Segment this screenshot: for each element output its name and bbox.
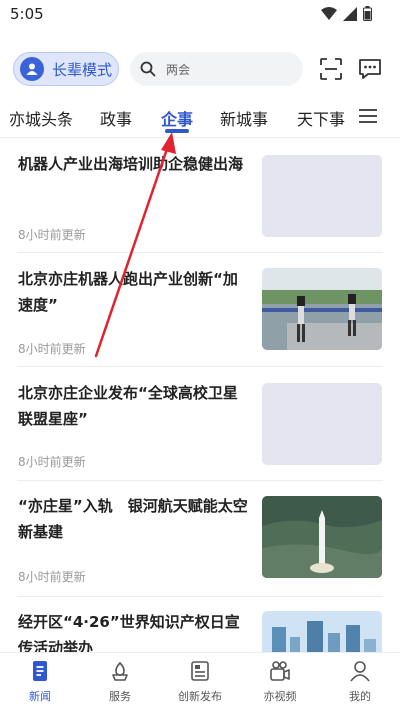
news-icon [33,661,47,681]
news-title: 北京亦庄企业发布“全球高校卫星联盟星座” [18,384,238,428]
nav-news[interactable]: 新闻 [5,659,75,704]
news-thumbnail-robots [262,268,382,350]
menu-icon[interactable] [357,107,379,125]
status-time: 5:05 [10,5,44,23]
news-feed: 机器人产业出海培训助企稳健出海 8小时前更新 北京亦庄机器人跑出产业创新“加速度… [0,140,400,652]
news-time: 8小时前更新 [18,570,86,584]
nav-profile[interactable]: 我的 [325,659,395,704]
category-tabs: 亦城头条 政事 企事 新城事 天下事 [0,98,400,138]
active-tab-indicator [165,129,189,133]
nav-profile-label: 我的 [349,690,371,703]
signal-icon [343,6,357,21]
message-icon[interactable] [357,56,383,82]
search-input[interactable]: 两会 [130,52,303,86]
news-item[interactable]: 经开区“4·26”世界知识产权日宣传活动举办 [0,597,400,652]
news-item[interactable]: 北京亦庄机器人跑出产业创新“加速度” 8小时前更新 [0,253,400,366]
status-icons [321,6,372,21]
tab-headlines[interactable]: 亦城头条 [9,106,73,130]
elder-mode-icon [20,57,44,81]
header: 长辈模式 两会 [0,48,400,90]
elder-mode-label: 长辈模式 [52,60,113,79]
search-placeholder: 两会 [166,62,191,77]
tab-new-city[interactable]: 新城事 [220,106,268,130]
battery-icon [363,6,372,21]
news-thumbnail-city [262,611,382,652]
bottom-nav: 新闻 服务 创新发布 亦视频 我的 [0,652,400,711]
publish-icon [191,661,209,681]
elder-mode-button[interactable]: 长辈模式 [13,52,119,86]
news-time: 8小时前更新 [18,455,86,469]
nav-service[interactable]: 服务 [85,659,155,704]
news-time: 8小时前更新 [18,342,86,356]
news-title: 经开区“4·26”世界知识产权日宣传活动举办 [18,613,240,652]
news-title: 北京亦庄机器人跑出产业创新“加速度” [18,270,238,314]
scan-icon[interactable] [318,56,344,82]
news-thumbnail-placeholder [262,155,382,237]
wifi-icon [321,6,337,20]
tab-politics[interactable]: 政事 [100,106,132,130]
nav-video[interactable]: 亦视频 [245,659,315,704]
news-thumbnail-rocket [262,496,382,578]
nav-service-label: 服务 [109,690,131,703]
tab-world[interactable]: 天下事 [297,106,345,130]
news-title: “亦庄星”入轨 银河航天赋能太空新基建 [18,497,248,541]
news-title: 机器人产业出海培训助企稳健出海 [18,155,244,173]
news-item[interactable]: 机器人产业出海培训助企稳健出海 8小时前更新 [0,140,400,252]
news-thumbnail-placeholder [262,383,382,465]
nav-publish[interactable]: 创新发布 [165,659,235,704]
nav-video-label: 亦视频 [263,690,297,703]
service-icon [112,661,128,681]
news-item[interactable]: “亦庄星”入轨 银河航天赋能太空新基建 8小时前更新 [0,481,400,596]
tab-enterprise[interactable]: 企事 [161,106,193,130]
nav-news-label: 新闻 [29,690,51,703]
video-icon [270,661,290,681]
nav-publish-label: 创新发布 [178,690,222,703]
news-time: 8小时前更新 [18,228,86,242]
news-item[interactable]: 北京亦庄企业发布“全球高校卫星联盟星座” 8小时前更新 [0,367,400,480]
search-icon [140,61,156,77]
status-bar: 5:05 [0,0,400,28]
profile-icon [350,661,370,682]
